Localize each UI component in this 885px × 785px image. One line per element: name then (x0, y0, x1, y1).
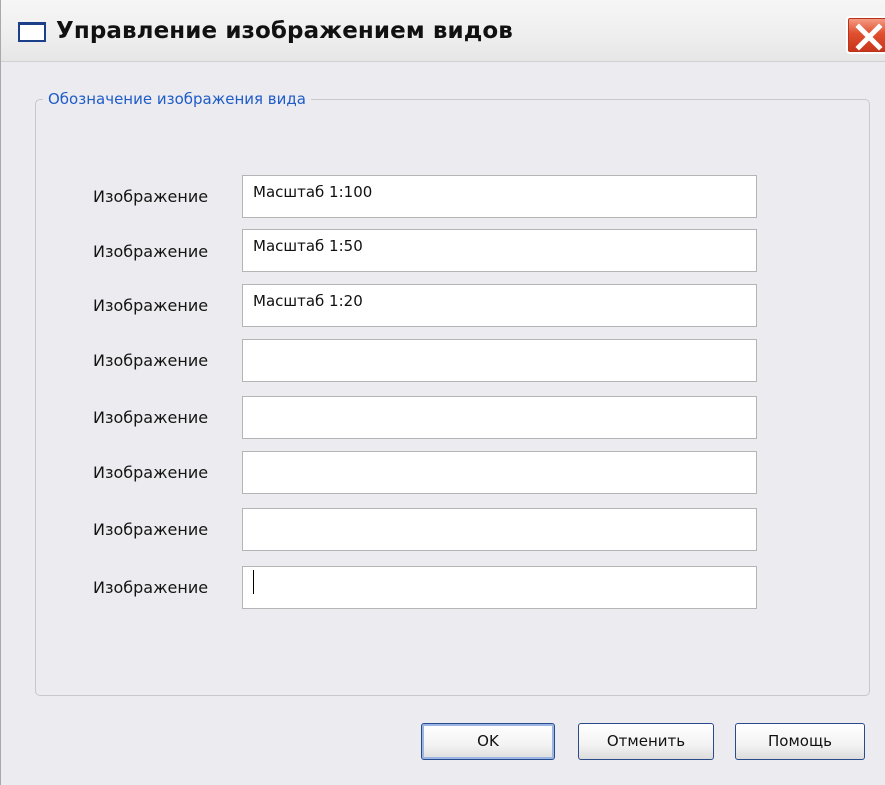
image-field-7[interactable] (242, 508, 757, 551)
row-label-4: Изображение (93, 351, 209, 370)
window-title: Управление изображением видов (56, 18, 513, 44)
cancel-button[interactable]: Отменить (578, 723, 714, 760)
window-icon (18, 22, 46, 42)
help-button[interactable]: Помощь (735, 723, 865, 760)
row-label-5: Изображение (93, 408, 209, 427)
image-field-6[interactable] (242, 451, 757, 494)
row-label-2: Изображение (93, 242, 209, 261)
dialog-window: Управление изображением видов Обозначени… (0, 0, 885, 785)
row-label-1: Изображение (93, 187, 209, 206)
row-label-6: Изображение (93, 463, 209, 482)
row-label-8: Изображение (93, 578, 209, 597)
image-field-4[interactable] (242, 339, 757, 382)
image-field-1[interactable] (242, 175, 757, 218)
row-label-3: Изображение (93, 296, 209, 315)
ok-button[interactable]: OK (421, 723, 555, 760)
image-field-2[interactable] (242, 229, 757, 272)
image-field-5[interactable] (242, 396, 757, 439)
image-field-3[interactable] (242, 284, 757, 327)
image-field-8[interactable] (242, 566, 757, 609)
close-icon (855, 23, 883, 51)
close-button[interactable] (846, 16, 885, 54)
row-label-7: Изображение (93, 520, 209, 539)
group-legend: Обозначение изображения вида (43, 90, 311, 108)
text-caret (253, 570, 254, 594)
title-bar[interactable]: Управление изображением видов (1, 0, 885, 62)
